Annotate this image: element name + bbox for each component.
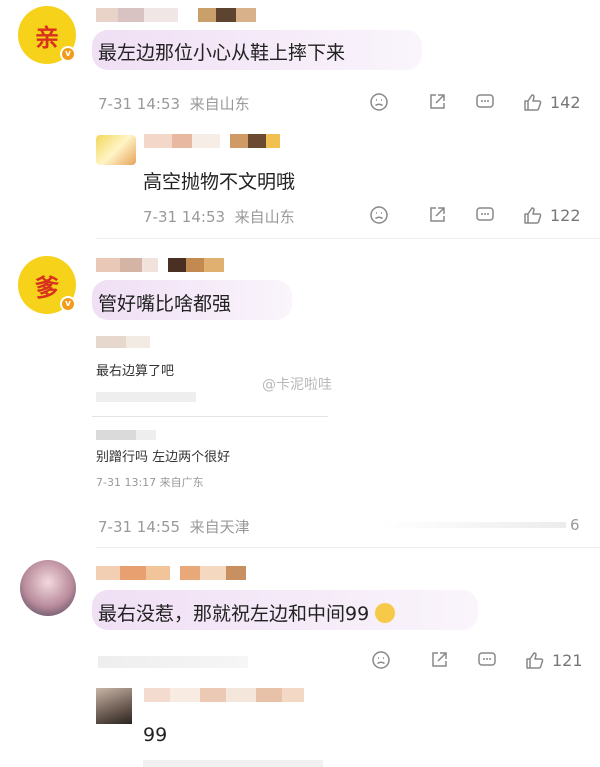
comment-time: 7-31 14:55 来自天津 <box>98 516 250 537</box>
embedded-screenshot: 最右边算了吧 别蹭行吗 左边两个很好 7-31 13:17 来自广东 <box>92 330 328 495</box>
avatar-char: 亲 <box>35 23 59 52</box>
watermark: @卡泥啦哇 <box>262 377 332 393</box>
reply-username-blurred[interactable] <box>144 134 280 148</box>
reply-avatar[interactable] <box>96 135 136 165</box>
username-blurred[interactable] <box>96 258 224 272</box>
user-avatar[interactable] <box>20 560 76 616</box>
username-blurred[interactable] <box>96 8 256 22</box>
share-icon[interactable] <box>426 204 448 226</box>
time: 7-31 14:53 <box>98 95 181 113</box>
username-blurred[interactable] <box>96 566 246 580</box>
like-icon[interactable] <box>522 91 544 113</box>
embedded-meta-blurred <box>96 392 196 402</box>
embedded-divider <box>92 416 328 417</box>
like-count: 142 <box>550 93 581 112</box>
smile-emoji-icon <box>375 603 396 623</box>
embedded-username-blurred <box>96 430 156 440</box>
location: 来自山东 <box>234 208 295 226</box>
comment-icon[interactable] <box>474 91 496 113</box>
share-icon[interactable] <box>428 649 450 671</box>
comment-icon[interactable] <box>474 204 496 226</box>
like-count: 121 <box>552 651 583 670</box>
verified-badge-icon: v <box>60 46 76 62</box>
like-count: 122 <box>550 206 581 225</box>
dislike-icon[interactable] <box>368 204 390 226</box>
comment-time: 7-31 14:53 来自山东 <box>98 93 250 114</box>
like-icon[interactable] <box>524 649 546 671</box>
share-icon[interactable] <box>426 91 448 113</box>
like-icon[interactable] <box>522 204 544 226</box>
embedded-username-blurred <box>96 336 150 348</box>
avatar-char: 爹 <box>35 273 59 302</box>
faded-action-bar <box>380 522 566 528</box>
location: 来自天津 <box>189 518 250 536</box>
reply-time-blurred <box>143 760 323 767</box>
dislike-icon[interactable] <box>368 91 390 113</box>
embedded-line: 别蹭行吗 左边两个很好 <box>96 450 231 465</box>
comment-text: 管好嘴比啥都强 <box>98 293 232 315</box>
like-count-partial: 6 <box>570 516 580 534</box>
divider <box>96 238 600 239</box>
divider <box>96 547 600 548</box>
verified-badge-icon: v <box>60 296 76 312</box>
reply-avatar[interactable] <box>96 688 132 724</box>
time: 7-31 14:53 <box>143 208 226 226</box>
comment-icon[interactable] <box>476 649 498 671</box>
location: 来自山东 <box>189 95 250 113</box>
comment-text: 最右没惹，那就祝左边和中间99 <box>98 599 396 626</box>
reply-text: 99 <box>143 724 168 746</box>
reply-username-blurred[interactable] <box>144 688 304 702</box>
comment-text-body: 最右没惹，那就祝左边和中间99 <box>98 603 370 625</box>
time: 7-31 14:55 <box>98 518 181 536</box>
comment-text: 最左边那位小心从鞋上摔下来 <box>98 42 346 64</box>
reply-time: 7-31 14:53 来自山东 <box>143 206 295 227</box>
reply-text: 高空抛物不文明哦 <box>143 171 296 193</box>
dislike-icon[interactable] <box>370 649 392 671</box>
embedded-line: 最右边算了吧 <box>96 364 175 379</box>
comment-time-blurred <box>98 656 248 668</box>
embedded-meta: 7-31 13:17 来自广东 <box>96 476 204 489</box>
